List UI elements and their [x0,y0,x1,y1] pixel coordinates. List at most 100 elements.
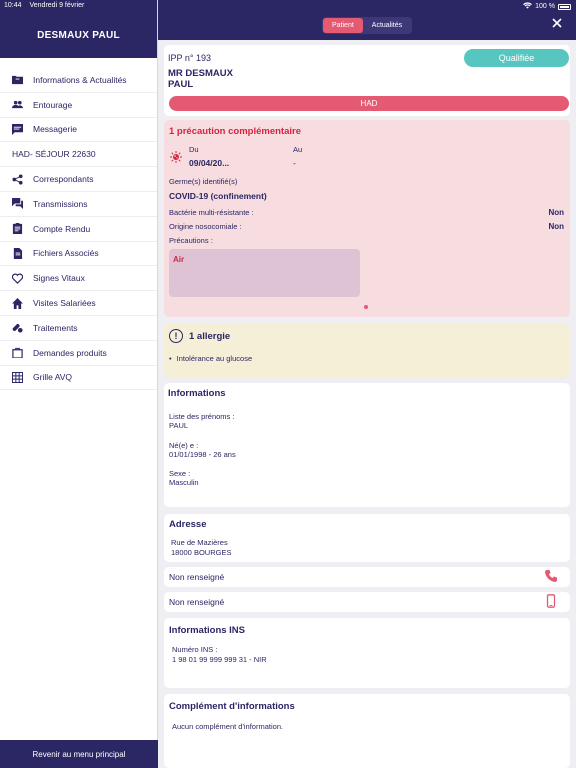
complement-card: Complément d'informations Aucun compléme… [164,694,570,768]
prenoms-label: Liste des prénoms : [169,412,235,421]
nosocomial-value: Non [548,222,564,231]
birth-field: Né(e) e : 01/01/1998 - 26 ans [169,441,236,459]
folder-icon [11,74,23,86]
status-badge: Qualifiée [464,49,569,67]
sidebar-item-label: Informations & Actualités [33,74,127,85]
allergy-title: 1 allergie [189,331,231,342]
patient-name-line2: PAUL [168,79,194,90]
chat-icon [11,198,23,210]
complement-title: Complément d'informations [169,701,295,712]
warning-icon: ! [169,329,183,343]
sidebar-item-demandes[interactable]: Demandes produits [0,341,157,366]
sidebar-item-label: Correspondants [33,174,94,185]
ipp-number: IPP n° 193 [168,53,211,63]
sidebar-item-compte-rendu[interactable]: Compte Rendu [0,217,157,242]
status-time: 10:44 [4,2,22,9]
main-content: IPP n° 193 MR DESMAUX PAUL Qualifiée HAD… [158,40,576,768]
close-icon[interactable] [550,16,564,30]
sidebar-item-label: Compte Rendu [33,223,91,234]
pills-icon [11,322,23,334]
bmr-row: Bactérie multi-résistante : Non [169,208,564,217]
informations-card: Informations Liste des prénoms : PAUL Né… [164,383,570,507]
sidebar-item-label: HAD- SÉJOUR 22630 [12,149,96,160]
mobile-value: Non renseigné [169,597,225,607]
bmr-label: Bactérie multi-résistante : [169,208,254,217]
complement-text: Aucun complément d'information. [172,722,284,731]
battery-icon [558,3,571,10]
ins-value: 1 98 01 99 999 999 31 - NIR [172,655,267,664]
patient-name-heading: DESMAUX PAUL [37,30,120,41]
battery-level: 100 % [535,3,555,10]
ins-label: Numéro INS : [172,645,218,654]
allergy-card: ! 1 allergie Intolérance au glucose [164,323,570,378]
status-date: Vendredi 9 février [29,2,85,9]
address-text: Rue de Mazières 18000 BOURGES [171,538,231,558]
patient-id-card: IPP n° 193 MR DESMAUX PAUL Qualifiée HAD [164,45,570,116]
mobile-phone-icon[interactable] [544,594,558,610]
sidebar-item-visites[interactable]: Visites Salariées [0,291,157,316]
tab-patient[interactable]: Patient [323,18,363,33]
precaution-type-box: Air [169,249,360,297]
heart-icon [11,272,23,284]
wifi-icon [523,2,533,11]
patient-name-line1: MR DESMAUX [168,68,233,79]
du-label: Du [189,145,199,154]
sidebar-item-label: Signes Vitaux [33,273,85,284]
sidebar-item-messagerie[interactable]: Messagerie [0,118,157,143]
birth-label: Né(e) e : [169,441,199,450]
prenoms-value: PAUL [169,421,189,430]
sidebar-item-fichiers[interactable]: Fichiers Associés [0,242,157,267]
status-bar: 10:44 Vendredi 9 février 100 % [0,0,576,12]
sidebar-item-signes-vitaux[interactable]: Signes Vitaux [0,266,157,292]
address-line1: Rue de Mazières [171,538,228,547]
ins-title: Informations INS [169,625,246,636]
sidebar-item-informations[interactable]: Informations & Actualités [0,68,157,93]
sidebar-item-sejour[interactable]: HAD- SÉJOUR 22630 [0,142,157,168]
ins-field: Numéro INS : 1 98 01 99 999 999 31 - NIR [172,645,267,665]
sidebar-item-grille-avq[interactable]: Grille AVQ [0,366,157,391]
precaution-type: Air [173,255,185,264]
sex-value: Masculin [169,478,199,487]
share-icon [11,173,23,185]
sidebar-item-label: Fichiers Associés [33,248,99,259]
mobile-row[interactable]: Non renseigné [164,592,570,612]
virus-icon [170,150,182,163]
landline-row[interactable]: Non renseigné [164,567,570,587]
back-to-main-menu-button[interactable]: Revenir au menu principal [0,740,158,768]
bag-icon [11,347,23,359]
tab-actualites[interactable]: Actualités [363,18,411,33]
precaution-title: 1 précaution complémentaire [169,126,301,137]
sidebar-item-correspondants[interactable]: Correspondants [0,167,157,192]
sidebar-item-entourage[interactable]: Entourage [0,93,157,118]
sidebar-item-label: Grille AVQ [33,372,73,383]
list-item: Intolérance au glucose [169,354,252,363]
birth-value: 01/01/1998 - 26 ans [169,450,236,459]
sidebar-item-label: Messagerie [33,124,77,135]
segmented-control: Patient Actualités [322,17,413,34]
au-label: Au [293,145,303,154]
landline-value: Non renseigné [169,572,225,582]
bmr-value: Non [548,208,564,217]
home-icon [11,297,23,309]
address-line2: 18000 BOURGES [171,548,232,557]
sidebar-item-label: Entourage [33,99,73,110]
phone-icon[interactable] [544,569,558,585]
sex-field: Sexe : Masculin [169,469,199,487]
sidebar-item-label: Traitements [33,322,78,333]
du-value: 09/04/20... [189,158,230,168]
clipboard-icon [11,223,23,235]
sidebar-item-label: Demandes produits [33,347,107,358]
grid-icon [11,371,23,383]
germ-value: COVID-19 (confinement) [169,191,267,201]
sidebar-item-transmissions[interactable]: Transmissions [0,192,157,217]
prenoms-field: Liste des prénoms : PAUL [169,412,234,430]
sidebar-item-traitements[interactable]: Traitements [0,316,157,341]
patient-name: MR DESMAUX PAUL [168,68,233,90]
file-icon [11,247,23,259]
precaution-card[interactable]: 1 précaution complémentaire Du 09/04/20.… [164,120,570,317]
nosocomial-row: Origine nosocomiale : Non [169,222,564,231]
sex-label: Sexe : [169,469,191,478]
nosocomial-label: Origine nosocomiale : [169,222,242,231]
ins-card: Informations INS Numéro INS : 1 98 01 99… [164,618,570,688]
page-indicator[interactable] [364,305,368,309]
